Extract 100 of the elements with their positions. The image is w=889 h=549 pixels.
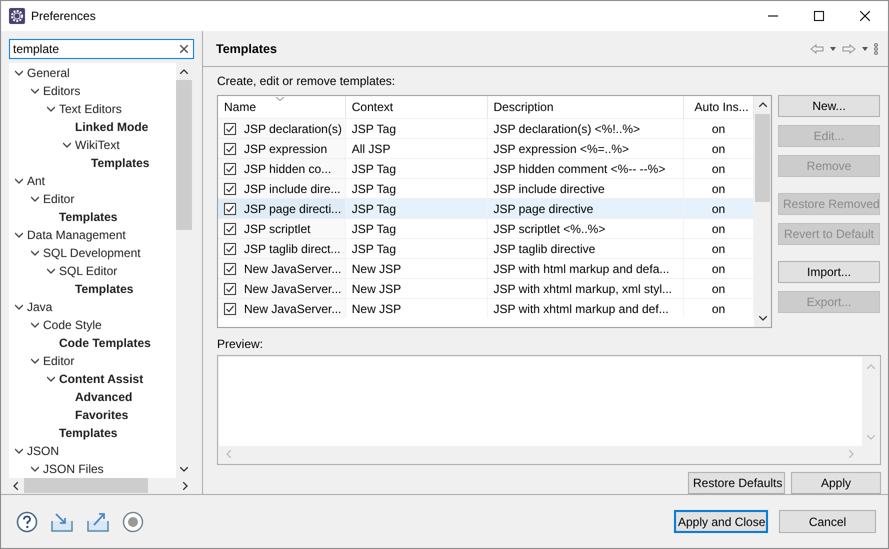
tree-item[interactable]: Editor — [43, 192, 74, 206]
expand-chevron-icon[interactable] — [47, 105, 55, 113]
column-header[interactable]: Context — [346, 96, 488, 118]
expand-chevron-icon[interactable] — [15, 303, 23, 311]
side-button[interactable]: New... — [778, 95, 880, 117]
table-cell: JSP hidden comment <%-- --%> — [494, 162, 666, 176]
tree-item[interactable]: Content Assist — [59, 372, 144, 386]
help-icon[interactable] — [16, 510, 38, 532]
tree-item[interactable]: Templates — [59, 210, 118, 224]
scroll-right-icon[interactable] — [183, 482, 188, 490]
table-cell: JSP expression <%=..%> — [494, 142, 630, 156]
scroll-left-icon[interactable] — [13, 482, 18, 490]
tree-item[interactable]: Templates — [75, 282, 134, 296]
table-cell: on — [712, 122, 726, 136]
tree-item[interactable]: JSON Files — [43, 462, 104, 476]
table-cell: on — [712, 262, 726, 276]
checkbox[interactable] — [224, 282, 236, 294]
tree-item[interactable]: Favorites — [75, 408, 128, 422]
table-cell: New JavaServer... — [244, 302, 342, 316]
table-cell: JSP taglib directive — [494, 242, 596, 256]
checkbox[interactable] — [224, 182, 236, 194]
expand-chevron-icon[interactable] — [31, 357, 39, 365]
dropdown-icon[interactable] — [830, 46, 836, 50]
dialog-button[interactable]: Apply and Close — [674, 510, 768, 533]
checkbox[interactable] — [224, 202, 236, 214]
checkbox[interactable] — [224, 222, 236, 234]
tree-item[interactable]: SQL Development — [43, 246, 141, 260]
table-cell: JSP expression — [244, 142, 328, 156]
table-cell: on — [712, 222, 726, 236]
tree-item[interactable]: Text Editors — [59, 102, 122, 116]
scroll-up-icon[interactable] — [758, 102, 766, 107]
tree-item[interactable]: WikiText — [75, 138, 120, 152]
table-cell: JSP Tag — [352, 202, 396, 216]
expand-chevron-icon[interactable] — [31, 465, 39, 473]
table-cell: on — [712, 282, 726, 296]
page-title: Templates — [216, 42, 277, 56]
tree-item[interactable]: Ant — [27, 174, 46, 188]
checkbox[interactable] — [224, 162, 236, 174]
expand-chevron-icon[interactable] — [31, 321, 39, 329]
scrollbar[interactable] — [754, 96, 771, 327]
table-cell: JSP page directive — [494, 202, 594, 216]
dialog-button[interactable]: Cancel — [779, 510, 876, 533]
table-cell: JSP Tag — [352, 242, 396, 256]
table-cell: JSP scriptlet <%..%> — [494, 222, 606, 236]
table-cell: JSP with xhtml markup, xml styl... — [494, 282, 672, 296]
side-button[interactable]: Import... — [778, 261, 880, 283]
table-cell: JSP taglib direct... — [244, 242, 340, 256]
table-cell: JSP hidden co... — [244, 162, 332, 176]
expand-chevron-icon[interactable] — [31, 87, 39, 95]
record-icon[interactable] — [122, 510, 144, 532]
tree-item[interactable]: Templates — [91, 156, 150, 170]
table-cell: JSP include dire... — [244, 182, 340, 196]
column-header[interactable]: Description — [488, 96, 684, 118]
scroll-up-icon[interactable] — [180, 69, 188, 74]
checkbox[interactable] — [224, 302, 236, 314]
tree-item[interactable]: Advanced — [75, 390, 132, 404]
expand-chevron-icon[interactable] — [15, 177, 23, 185]
scroll-down-icon[interactable] — [180, 467, 188, 472]
expand-chevron-icon[interactable] — [15, 231, 23, 239]
maximize-icon[interactable] — [814, 11, 824, 21]
expand-chevron-icon[interactable] — [15, 447, 23, 455]
tree-item[interactable]: Code Style — [43, 318, 102, 332]
page-button[interactable]: Restore Defaults — [688, 472, 785, 494]
expand-chevron-icon[interactable] — [15, 69, 23, 77]
expand-chevron-icon[interactable] — [47, 267, 55, 275]
expand-chevron-icon[interactable] — [31, 195, 39, 203]
tree-item[interactable]: Java — [27, 300, 52, 314]
table-cell: New JSP — [352, 262, 402, 276]
tree-item[interactable]: Linked Mode — [75, 120, 148, 134]
column-header[interactable]: Name — [218, 96, 346, 118]
search-field[interactable]: template — [9, 39, 194, 59]
table-cell: on — [712, 202, 726, 216]
menu-icon[interactable] — [874, 42, 878, 54]
expand-chevron-icon[interactable] — [63, 141, 71, 149]
tree-item[interactable]: JSON — [27, 444, 60, 458]
table-cell: on — [712, 302, 726, 316]
table-cell: New JavaServer... — [244, 262, 342, 276]
clear-icon[interactable] — [180, 45, 188, 53]
app-icon — [9, 8, 25, 24]
checkbox[interactable] — [224, 142, 236, 154]
tree-item[interactable]: Data Management — [27, 228, 126, 242]
expand-chevron-icon[interactable] — [31, 249, 39, 257]
scroll-down-icon[interactable] — [758, 316, 766, 321]
tree-item[interactable]: Code Templates — [59, 336, 151, 350]
tree-item[interactable]: Editors — [43, 84, 80, 98]
checkbox[interactable] — [224, 122, 236, 134]
close-icon[interactable] — [860, 11, 870, 21]
checkbox[interactable] — [224, 262, 236, 274]
tree-item[interactable]: Editor — [43, 354, 74, 368]
tree-item[interactable]: SQL Editor — [59, 264, 118, 278]
checkbox[interactable] — [224, 242, 236, 254]
dropdown-icon[interactable] — [862, 46, 868, 50]
tree-item[interactable]: General — [27, 66, 70, 80]
import-icon[interactable] — [50, 510, 74, 532]
page-button[interactable]: Apply — [791, 472, 881, 494]
table-cell: JSP declaration(s) — [244, 122, 342, 136]
export-icon[interactable] — [86, 510, 110, 532]
expand-chevron-icon[interactable] — [47, 375, 55, 383]
table-cell: JSP Tag — [352, 222, 396, 236]
tree-item[interactable]: Templates — [59, 426, 118, 440]
